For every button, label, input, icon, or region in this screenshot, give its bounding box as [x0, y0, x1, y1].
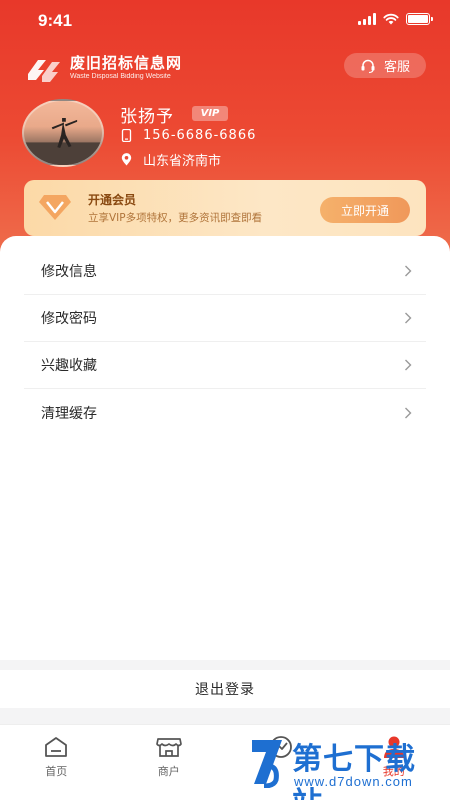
- tab-home[interactable]: 首页: [0, 725, 113, 800]
- menu-item-favorites[interactable]: 兴趣收藏: [24, 342, 426, 389]
- status-icons: [358, 13, 433, 25]
- logout-button[interactable]: 退出登录: [0, 670, 450, 708]
- settings-panel: 修改信息 修改密码 兴趣收藏 清理缓存: [0, 236, 450, 660]
- wifi-icon: [383, 13, 399, 25]
- status-bar: 9:41: [0, 0, 450, 44]
- customer-service-label: 客服: [383, 60, 410, 75]
- chevron-right-icon: [405, 407, 412, 418]
- vip-card-title: 开通会员: [88, 193, 137, 207]
- menu-item-label: 修改信息: [41, 264, 97, 280]
- vip-badge: VIP: [192, 106, 228, 121]
- location-text: 山东省济南市: [143, 154, 222, 169]
- watermark-logo-icon: [252, 740, 282, 788]
- chevron-right-icon: [405, 265, 412, 277]
- vip-card-description: 立享VIP多项特权，更多资讯即查即看: [88, 212, 263, 224]
- brand-subtitle: Waste Disposal Bidding Website: [70, 73, 171, 80]
- phone-icon: [121, 129, 132, 142]
- diamond-icon: [39, 195, 71, 220]
- user-name: 张扬予: [120, 107, 174, 127]
- menu-item-edit-info[interactable]: 修改信息: [24, 248, 426, 295]
- phone-number: 156-6686-6866: [143, 128, 257, 143]
- store-icon: [155, 738, 182, 757]
- brand-logo-icon: [28, 60, 60, 82]
- headset-icon: [361, 59, 375, 73]
- menu-item-label: 清理缓存: [41, 405, 97, 422]
- battery-icon: [406, 13, 433, 25]
- tab-label: 商户: [157, 765, 180, 778]
- avatar[interactable]: [22, 99, 104, 167]
- signal-icon: [358, 13, 376, 25]
- chevron-right-icon: [405, 312, 412, 324]
- menu-item-label: 兴趣收藏: [41, 358, 97, 374]
- brand-name: 废旧招标信息网: [70, 54, 183, 72]
- customer-service-button[interactable]: 客服: [344, 53, 426, 78]
- open-vip-button[interactable]: 立即开通: [320, 197, 410, 223]
- menu-item-label: 修改密码: [41, 311, 97, 327]
- menu-item-clear-cache[interactable]: 清理缓存: [24, 389, 426, 436]
- avatar-image: [24, 117, 102, 165]
- location-pin-icon: [121, 153, 132, 166]
- phone-row: 156-6686-6866: [121, 128, 256, 143]
- vip-membership-card[interactable]: 开通会员 立享VIP多项特权，更多资讯即查即看 立即开通: [24, 180, 426, 236]
- settings-menu: 修改信息 修改密码 兴趣收藏 清理缓存: [24, 248, 426, 436]
- tab-merchants[interactable]: 商户: [113, 725, 226, 800]
- tab-label: 首页: [45, 765, 68, 778]
- status-time: 9:41: [38, 11, 73, 30]
- menu-item-change-password[interactable]: 修改密码: [24, 295, 426, 342]
- watermark-url: www.d7down.com: [294, 774, 413, 789]
- brand: 废旧招标信息网 Waste Disposal Bidding Website: [24, 52, 182, 84]
- chevron-right-icon: [405, 359, 412, 371]
- location-row: 山东省济南市: [121, 150, 221, 169]
- watermark-title: 第七下载站: [292, 742, 416, 800]
- home-icon: [45, 737, 68, 757]
- watermark: 第七下载站 www.d7down.com: [248, 728, 444, 800]
